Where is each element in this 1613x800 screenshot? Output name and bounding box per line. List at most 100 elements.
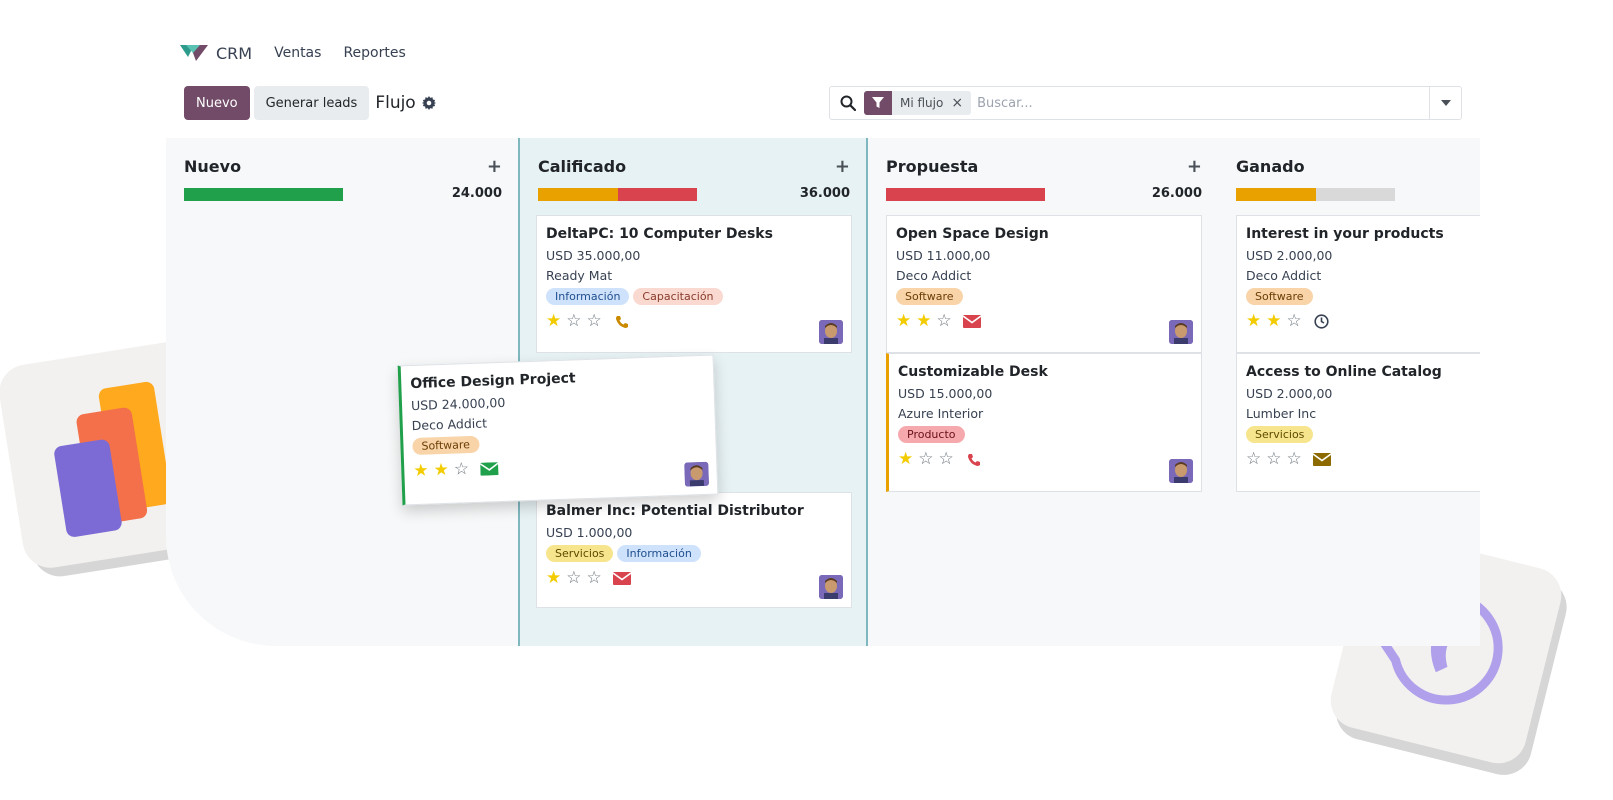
avatar[interactable] — [819, 575, 843, 599]
menu-ventas[interactable]: Ventas — [274, 45, 321, 61]
view-title: Flujo — [375, 93, 416, 113]
column-progress-bar[interactable] — [886, 188, 1045, 201]
kanban-card[interactable]: Open Space Design USD 11.000,00 Deco Add… — [886, 215, 1202, 353]
avatar[interactable] — [1169, 459, 1193, 483]
column-title: Propuesta — [886, 156, 979, 176]
priority-star-icon[interactable]: ★ — [1266, 313, 1281, 330]
kanban-card[interactable]: Access to Online Catalog USD 2.000,00 Lu… — [1236, 353, 1480, 492]
column-progress-bar[interactable] — [1236, 188, 1395, 201]
priority-star-icon[interactable]: ☆ — [1246, 451, 1261, 468]
priority-star-icon[interactable]: ★ — [1246, 313, 1261, 330]
add-card-button[interactable]: + — [835, 156, 850, 177]
card-tags: Servicios Información — [546, 545, 842, 562]
add-card-button[interactable]: + — [487, 156, 502, 177]
tag-badge: Software — [1246, 288, 1313, 305]
app-name[interactable]: CRM — [216, 44, 252, 63]
envelope-icon[interactable] — [1312, 452, 1331, 468]
tag-badge: Capacitación — [633, 288, 723, 305]
card-tags: Software — [1246, 288, 1480, 305]
avatar[interactable] — [1169, 320, 1193, 344]
card-footer: ☆ ☆ ☆ — [1246, 451, 1480, 468]
priority-star-icon[interactable]: ★ — [916, 313, 931, 330]
menu-reportes[interactable]: Reportes — [343, 45, 405, 61]
search-options-toggle[interactable] — [1429, 87, 1461, 119]
card-title: Access to Online Catalog — [1246, 364, 1442, 380]
priority-star-icon[interactable]: ☆ — [587, 570, 602, 587]
tag-badge: Producto — [898, 426, 965, 443]
priority-star-icon[interactable]: ☆ — [566, 570, 581, 587]
gear-icon[interactable] — [421, 96, 436, 110]
column-propuesta: Propuesta + 26.000 Open Space Design USD… — [868, 138, 1218, 646]
clock-icon[interactable] — [1313, 314, 1331, 330]
card-footer: ★ ★ ☆ — [1246, 313, 1480, 330]
priority-star-icon[interactable]: ★ — [898, 451, 913, 468]
priority-star-icon[interactable]: ★ — [896, 313, 911, 330]
priority-star-icon[interactable]: ☆ — [918, 451, 933, 468]
add-card-button[interactable]: + — [1187, 156, 1202, 177]
crm-logo-icon[interactable] — [180, 43, 208, 63]
card-title: Open Space Design — [896, 226, 1049, 242]
envelope-icon[interactable] — [962, 314, 981, 330]
control-panel: Nuevo Generar leads Flujo — [184, 86, 436, 120]
priority-star-icon[interactable]: ☆ — [566, 313, 581, 330]
generate-leads-button[interactable]: Generar leads — [253, 86, 370, 120]
card-company: Lumber Inc — [1246, 406, 1317, 421]
new-button[interactable]: Nuevo — [184, 86, 250, 120]
filter-icon — [864, 91, 892, 115]
progress-segment[interactable] — [538, 188, 618, 201]
progress-segment[interactable] — [1315, 188, 1395, 201]
priority-star-icon[interactable]: ☆ — [937, 313, 952, 330]
card-amount: USD 11.000,00 — [896, 248, 991, 263]
card-amount: USD 2.000,00 — [1246, 248, 1333, 263]
tag-badge: Software — [412, 435, 480, 456]
priority-star-icon[interactable]: ☆ — [587, 313, 602, 330]
avatar[interactable] — [819, 320, 843, 344]
facet-label: Mi flujo — [900, 96, 944, 110]
priority-star-icon[interactable]: ☆ — [939, 451, 954, 468]
kanban-card[interactable]: DeltaPC: 10 Computer Desks USD 35.000,00… — [536, 215, 852, 353]
card-company: Ready Mat — [546, 268, 613, 283]
priority-star-icon[interactable]: ★ — [413, 461, 429, 482]
top-navbar: CRM Ventas Reportes — [180, 40, 428, 66]
priority-star-icon[interactable]: ★ — [546, 570, 561, 587]
card-amount: USD 1.000,00 — [546, 525, 633, 540]
card-company: Azure Interior — [898, 406, 984, 421]
card-footer: ★ ★ ☆ — [413, 453, 707, 482]
column-progress-bar[interactable] — [538, 188, 697, 201]
priority-star-icon[interactable]: ☆ — [1287, 451, 1302, 468]
kanban-card[interactable]: Interest in your products USD 2.000,00 D… — [1236, 215, 1480, 353]
dragged-kanban-card[interactable]: Office Design Project USD 24.000,00 Deco… — [397, 354, 719, 506]
filter-facet: Mi flujo × — [864, 91, 972, 115]
search-input[interactable] — [977, 89, 1429, 117]
column-title: Ganado — [1236, 156, 1305, 176]
envelope-icon[interactable] — [479, 461, 499, 478]
progress-segment[interactable] — [1236, 188, 1316, 201]
column-total: 24.000 — [451, 186, 502, 201]
tag-badge: Información — [546, 288, 630, 305]
column-total: 26.000 — [1151, 186, 1202, 201]
envelope-icon[interactable] — [612, 571, 631, 587]
card-title: Customizable Desk — [898, 364, 1048, 380]
close-icon[interactable]: × — [951, 95, 971, 111]
progress-segment[interactable] — [184, 188, 343, 201]
card-tags: Software — [412, 428, 706, 456]
avatar[interactable] — [684, 461, 710, 487]
kanban-card[interactable]: Balmer Inc: Potential Distributor USD 1.… — [536, 492, 852, 608]
priority-star-icon[interactable]: ☆ — [453, 459, 469, 480]
kanban-card[interactable]: Customizable Desk USD 15.000,00 Azure In… — [886, 353, 1202, 492]
card-title: Office Design Project — [410, 370, 576, 393]
priority-star-icon[interactable]: ★ — [433, 460, 449, 481]
phone-icon[interactable] — [965, 452, 983, 468]
priority-star-icon[interactable]: ☆ — [1266, 451, 1281, 468]
progress-segment[interactable] — [886, 188, 1045, 201]
priority-star-icon[interactable]: ★ — [546, 313, 561, 330]
caret-down-icon — [1440, 100, 1451, 106]
search-icon[interactable] — [840, 95, 856, 111]
column-progress-bar[interactable] — [184, 188, 343, 201]
progress-segment[interactable] — [617, 188, 697, 201]
column-title: Calificado — [538, 156, 627, 176]
card-footer: ★ ☆ ☆ — [546, 570, 842, 587]
phone-icon[interactable] — [613, 314, 631, 330]
priority-star-icon[interactable]: ☆ — [1287, 313, 1302, 330]
tag-badge: Servicios — [546, 545, 614, 562]
